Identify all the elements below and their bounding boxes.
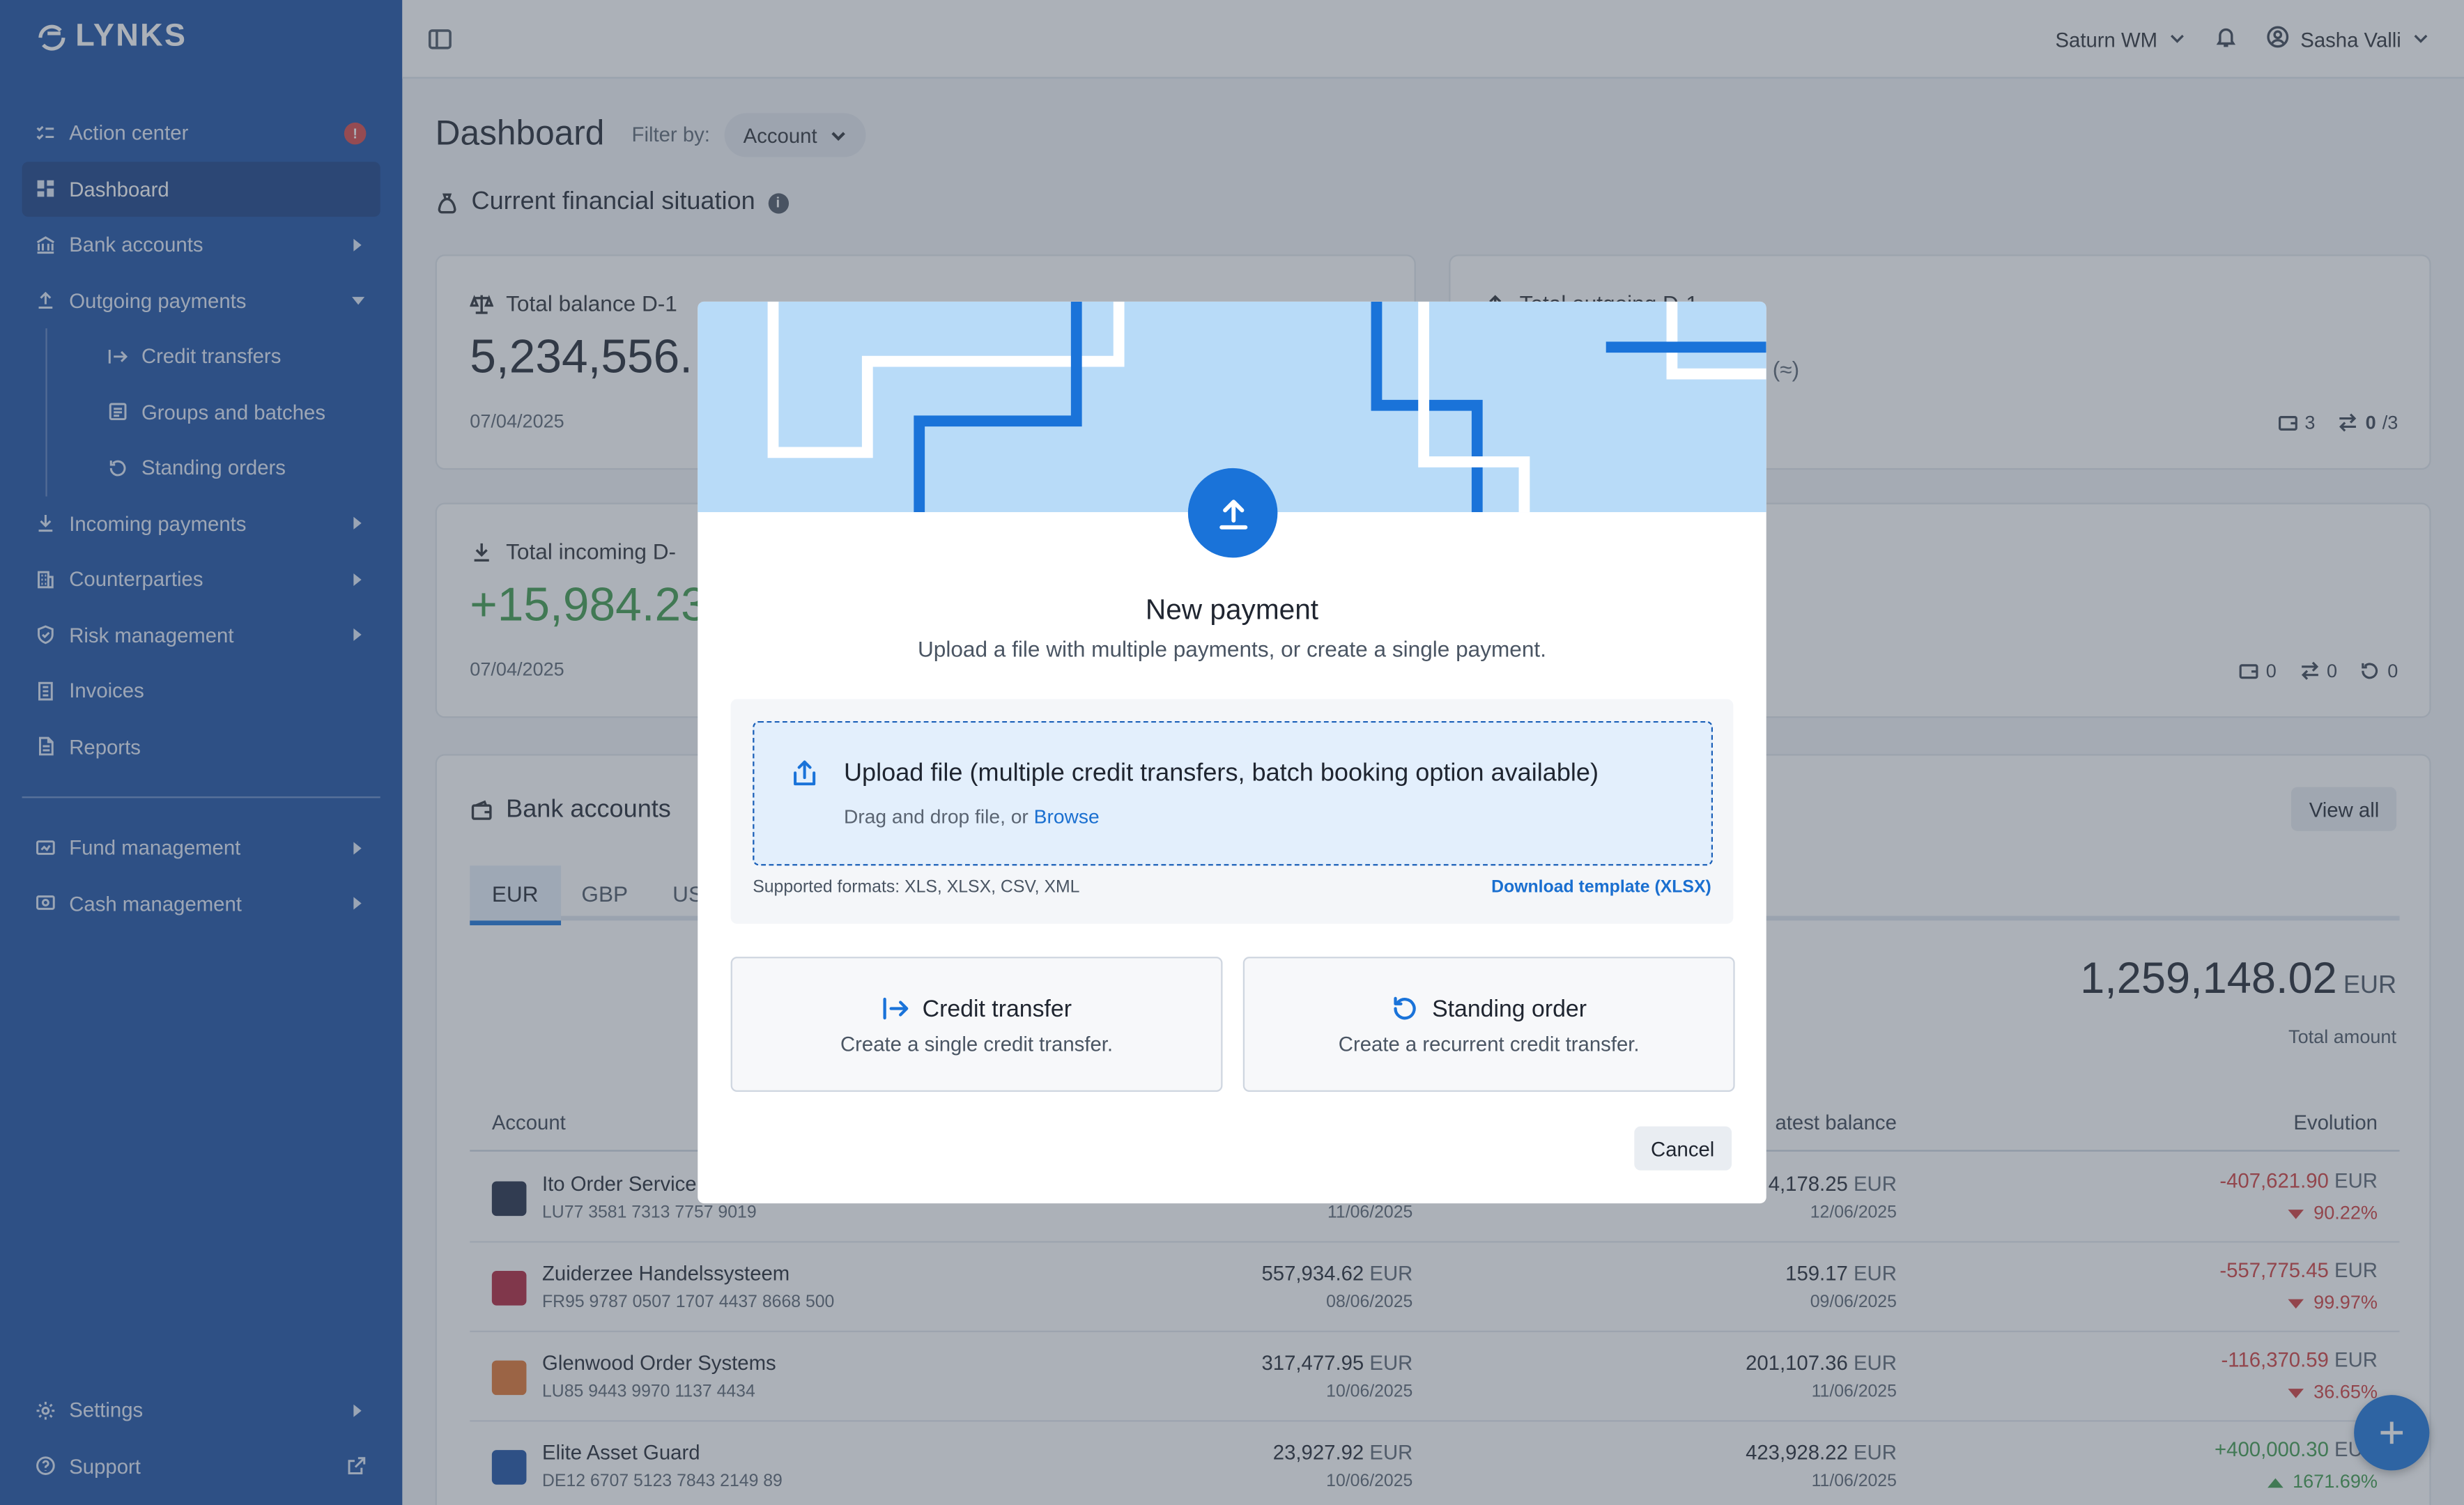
upload-icon bbox=[1187, 468, 1278, 558]
modal-subtitle: Upload a file with multiple payments, or… bbox=[917, 636, 1546, 662]
supported-formats: Supported formats: XLS, XLSX, CSV, XML bbox=[753, 878, 1080, 897]
option-title: Credit transfer bbox=[732, 994, 1221, 1023]
download-template-link[interactable]: Download template (XLSX) bbox=[1491, 878, 1711, 897]
option-description: Create a single credit transfer. bbox=[840, 1032, 1114, 1056]
credit-transfer-option[interactable]: Credit transfer Create a single credit t… bbox=[730, 957, 1223, 1093]
browse-link[interactable]: Browse bbox=[1034, 806, 1100, 828]
option-description: Create a recurrent credit transfer. bbox=[1338, 1032, 1640, 1056]
modal-title: New payment bbox=[1145, 594, 1319, 626]
upload-title: Upload file (multiple credit transfers, … bbox=[843, 760, 1599, 787]
share-upload-icon bbox=[789, 757, 820, 796]
option-title-text: Credit transfer bbox=[922, 995, 1072, 1022]
refresh-icon bbox=[1394, 996, 1417, 1020]
file-dropzone[interactable]: Upload file (multiple credit transfers, … bbox=[753, 720, 1714, 866]
upload-section: Upload file (multiple credit transfers, … bbox=[730, 699, 1734, 924]
option-title: Standing order bbox=[1245, 994, 1733, 1023]
option-title-text: Standing order bbox=[1432, 995, 1587, 1022]
arrow-right-bar-icon bbox=[883, 997, 909, 1020]
upload-hint: Drag and drop file, or Browse bbox=[844, 806, 1100, 828]
standing-order-option[interactable]: Standing order Create a recurrent credit… bbox=[1242, 957, 1735, 1093]
new-payment-modal: New payment Upload a file with multiple … bbox=[698, 301, 1766, 1204]
upload-hint-text: Drag and drop file, or bbox=[843, 805, 1029, 828]
cancel-button[interactable]: Cancel bbox=[1633, 1126, 1732, 1171]
